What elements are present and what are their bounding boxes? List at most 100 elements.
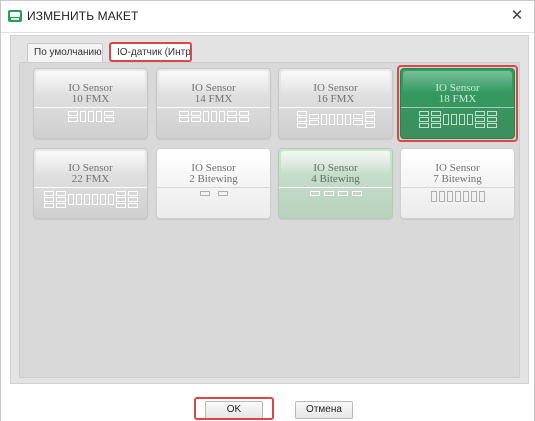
tile-preview-cell: [91, 194, 98, 205]
tile-label-line2: 2 Bitewing: [189, 173, 238, 185]
tile-layout-preview-icon: [401, 111, 514, 128]
tile-preview-cell: [430, 191, 437, 202]
tile-preview-cell: [474, 123, 485, 128]
tile-preview-cell: [67, 194, 74, 205]
layout-tiles-panel: IO Sensor 10 FMX IO Sensor 14 FMX IO Sensor 1…: [19, 62, 520, 378]
tile-preview-cell: [127, 191, 138, 196]
tile-preview-cell: [99, 194, 106, 205]
tile-label: IO Sensor 4 Bitewing: [279, 163, 392, 185]
tile-label: IO Sensor 7 Bitewing: [401, 163, 514, 185]
tab-default[interactable]: По умолчанию: [27, 43, 103, 62]
tile-preview-cell: [454, 191, 461, 202]
tile-preview-cell: [95, 111, 102, 122]
tile-preview-cell: [127, 197, 138, 202]
tile-preview-cell: [430, 111, 441, 116]
tile-preview-cell: [202, 111, 209, 122]
template-app-icon: [8, 10, 22, 22]
tile-preview-cell: [430, 123, 441, 128]
tile-divider: [34, 107, 147, 108]
tile-preview-cell: [190, 111, 201, 116]
tile-divider: [157, 187, 270, 188]
tile-preview-cell: [418, 117, 429, 122]
tile-preview-cell: [309, 191, 320, 196]
ok-button[interactable]: OK: [205, 401, 263, 419]
layout-tile[interactable]: IO Sensor 22 FMX: [33, 148, 148, 219]
tile-preview-cell: [103, 111, 114, 116]
tile-label-line2: 14 FMX: [194, 93, 233, 105]
tile-preview-cell: [450, 114, 457, 125]
tile-layout-preview-icon: [279, 111, 392, 128]
tile-preview-cell: [127, 203, 138, 208]
tile-layout-preview-icon: [157, 191, 270, 196]
tile-preview-cell: [442, 114, 449, 125]
tile-preview-cell: [308, 120, 319, 125]
tile-preview-cell: [226, 111, 237, 116]
tile-label-line2: 4 Bitewing: [311, 173, 360, 185]
tile-label: IO Sensor 2 Bitewing: [157, 163, 270, 185]
tile-divider: [401, 107, 514, 108]
tile-divider: [34, 187, 147, 188]
layout-tile[interactable]: IO Sensor 10 FMX: [33, 68, 148, 139]
tile-preview-cell: [55, 197, 66, 202]
close-icon[interactable]: ✕: [506, 5, 528, 27]
tile-layout-preview-icon: [34, 111, 147, 122]
tile-preview-cell: [43, 197, 54, 202]
tile-preview-cell: [226, 117, 237, 122]
tile-preview-cell: [296, 117, 307, 122]
tile-preview-cell: [352, 114, 363, 119]
cancel-button[interactable]: Отмена: [295, 401, 353, 419]
tile-preview-cell: [486, 123, 497, 128]
tile-preview-cell: [364, 117, 375, 122]
tile-preview-cell: [466, 114, 473, 125]
tile-label: IO Sensor 22 FMX: [34, 163, 147, 185]
tile-preview-cell: [352, 120, 363, 125]
tile-preview-cell: [178, 117, 189, 122]
tile-preview-cell: [486, 117, 497, 122]
tile-preview-cell: [87, 111, 94, 122]
layout-tile[interactable]: IO Sensor 2 Bitewing: [156, 148, 271, 219]
tile-preview-cell: [238, 117, 249, 122]
layout-tile[interactable]: IO Sensor 14 FMX: [156, 68, 271, 139]
tile-preview-cell: [75, 194, 82, 205]
tile-preview-cell: [344, 114, 351, 125]
tile-preview-cell: [217, 191, 228, 196]
tile-preview-cell: [210, 111, 217, 122]
tile-preview-cell: [115, 197, 126, 202]
layout-tile[interactable]: IO Sensor 18 FMX: [400, 68, 515, 139]
tile-preview-cell: [178, 111, 189, 116]
tile-preview-cell: [470, 191, 477, 202]
tile-preview-cell: [115, 203, 126, 208]
tile-label-line2: 16 FMX: [316, 93, 355, 105]
tile-divider: [401, 187, 514, 188]
dialog-footer: OK Отмена: [1, 387, 534, 421]
tile-preview-cell: [458, 114, 465, 125]
tile-preview-cell: [486, 111, 497, 116]
tile-preview-cell: [474, 117, 485, 122]
change-layout-dialog: ИЗМЕНИТЬ МАКЕТ ✕ По умолчанию IO-датчик …: [0, 0, 535, 421]
tile-preview-cell: [43, 203, 54, 208]
tile-divider: [157, 107, 270, 108]
tile-preview-cell: [190, 117, 201, 122]
layout-tile[interactable]: IO Sensor 4 Bitewing: [278, 148, 393, 219]
layout-tile[interactable]: IO Sensor 16 FMX: [278, 68, 393, 139]
tile-label-line2: 22 FMX: [71, 173, 110, 185]
tile-preview-cell: [296, 123, 307, 128]
tile-layout-preview-icon: [401, 191, 514, 202]
tile-preview-cell: [238, 111, 249, 116]
tile-preview-cell: [55, 191, 66, 196]
tile-preview-cell: [418, 111, 429, 116]
tile-preview-cell: [478, 191, 485, 202]
tab-io-sensor[interactable]: IO-датчик (Интра...: [110, 43, 191, 62]
tile-preview-cell: [430, 117, 441, 122]
dialog-content: По умолчанию IO-датчик (Интра... IO Sens…: [10, 35, 529, 384]
dialog-title: ИЗМЕНИТЬ МАКЕТ: [27, 9, 139, 23]
layout-tile[interactable]: IO Sensor 7 Bitewing: [400, 148, 515, 219]
tile-preview-cell: [364, 123, 375, 128]
tile-preview-cell: [107, 194, 114, 205]
tile-preview-cell: [83, 194, 90, 205]
tile-divider: [279, 187, 392, 188]
tile-layout-preview-icon: [279, 191, 392, 196]
tile-layout-preview-icon: [157, 111, 270, 122]
tile-label: IO Sensor 10 FMX: [34, 83, 147, 105]
tile-label-line2: 7 Bitewing: [433, 173, 482, 185]
